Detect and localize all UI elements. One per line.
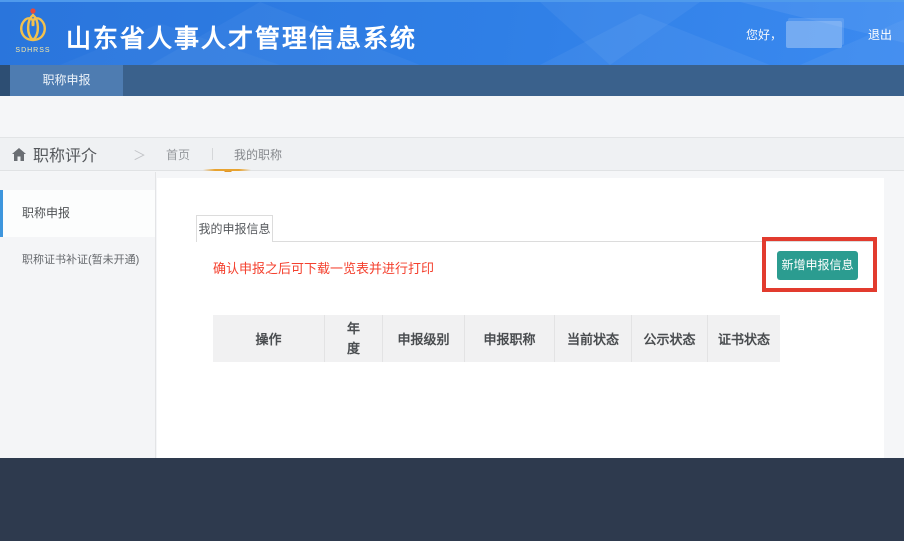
application-table-header: 操作 年度 申报级别 申报职称 当前状态 公示状态 证书状态 bbox=[213, 315, 780, 362]
breadcrumb-current-page[interactable]: 我的职称 bbox=[234, 146, 282, 163]
main-panel: 我的申报信息 确认申报之后可下载一览表并进行打印 新增申报信息 操作 年度 申报… bbox=[157, 178, 884, 458]
org-logo: SDHRSS bbox=[8, 7, 58, 54]
logo-caption: SDHRSS bbox=[8, 47, 58, 54]
main-navbar: 职称申报 bbox=[0, 65, 904, 96]
column-header-certificate-status: 证书状态 bbox=[708, 315, 780, 362]
greeting-text: 您好， bbox=[746, 26, 782, 43]
username-redacted bbox=[786, 21, 842, 48]
logout-button[interactable]: 退出 bbox=[868, 26, 892, 43]
home-icon bbox=[12, 148, 26, 161]
content-area: 职称申报 职称证书补证(暂未开通) 我的申报信息 确认申报之后可下载一览表并进行… bbox=[0, 172, 904, 458]
page: SDHRSS 山东省人事人才管理信息系统 您好， 退出 职称申报 职称评介 ＞ … bbox=[0, 0, 904, 541]
emblem-icon bbox=[11, 7, 55, 45]
user-area: 您好， 退出 bbox=[746, 2, 892, 67]
breadcrumb-home-link[interactable]: 首页 bbox=[166, 146, 190, 163]
column-header-year: 年度 bbox=[325, 315, 383, 362]
column-header-publicity-status: 公示状态 bbox=[632, 315, 708, 362]
column-header-actions: 操作 bbox=[213, 315, 325, 362]
active-page-indicator bbox=[203, 169, 251, 171]
column-header-current-status: 当前状态 bbox=[555, 315, 632, 362]
column-header-application-level: 申报级别 bbox=[383, 315, 465, 362]
page-footer bbox=[0, 458, 904, 541]
sidebar: 职称申报 职称证书补证(暂未开通) bbox=[0, 172, 156, 458]
sidebar-item-title-application[interactable]: 职称申报 bbox=[0, 190, 155, 237]
tab-my-application-info[interactable]: 我的申报信息 bbox=[196, 215, 273, 242]
app-title: 山东省人事人才管理信息系统 bbox=[66, 19, 417, 55]
navbar-left-edge bbox=[0, 65, 10, 96]
breadcrumb-section-title: 职称评介 bbox=[33, 142, 97, 166]
chevron-right-icon: ＞ bbox=[133, 145, 146, 164]
breadcrumb: 职称评介 ＞ 首页 我的职称 bbox=[0, 137, 904, 171]
nav-tab-title-application[interactable]: 职称申报 bbox=[10, 65, 123, 96]
column-header-application-title: 申报职称 bbox=[465, 315, 555, 362]
breadcrumb-divider bbox=[212, 148, 213, 160]
add-application-button[interactable]: 新增申报信息 bbox=[777, 251, 858, 280]
sidebar-item-certificate-reissue[interactable]: 职称证书补证(暂未开通) bbox=[0, 237, 155, 284]
column-header-year-label: 年度 bbox=[346, 319, 362, 358]
app-header: SDHRSS 山东省人事人才管理信息系统 您好， 退出 bbox=[0, 0, 904, 65]
notice-text: 确认申报之后可下载一览表并进行打印 bbox=[213, 258, 434, 277]
